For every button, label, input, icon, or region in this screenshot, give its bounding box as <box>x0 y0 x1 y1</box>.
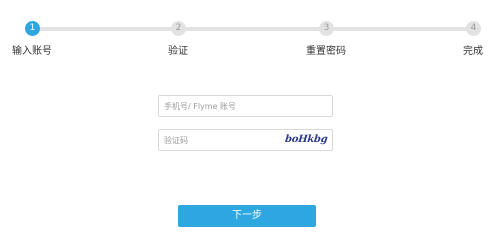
step-1-label: 输入账号 <box>12 46 52 57</box>
step-connector-2 <box>186 27 321 31</box>
step-2-circle: 2 <box>171 21 186 36</box>
step-3-circle: 3 <box>319 21 334 36</box>
step-connector-1 <box>40 27 173 31</box>
step-2-label: 验证 <box>168 46 188 57</box>
step-4-circle: 4 <box>466 21 481 36</box>
account-field[interactable] <box>158 95 333 117</box>
captcha-field[interactable]: boHkbg <box>158 129 333 151</box>
captcha-input[interactable] <box>164 130 279 150</box>
reset-password-page: 1 2 3 4 输入账号 验证 重置密码 完成 boHkbg 下一步 <box>0 0 498 249</box>
captcha-image[interactable]: boHkbg <box>284 133 327 147</box>
step-4-label: 完成 <box>463 46 483 57</box>
step-3-label: 重置密码 <box>306 46 346 57</box>
progress-stepper: 1 2 3 4 输入账号 验证 重置密码 完成 <box>0 0 498 60</box>
step-1-circle: 1 <box>25 21 40 36</box>
step-connector-3 <box>334 27 467 31</box>
next-step-button[interactable]: 下一步 <box>178 205 316 227</box>
account-input[interactable] <box>164 96 279 116</box>
